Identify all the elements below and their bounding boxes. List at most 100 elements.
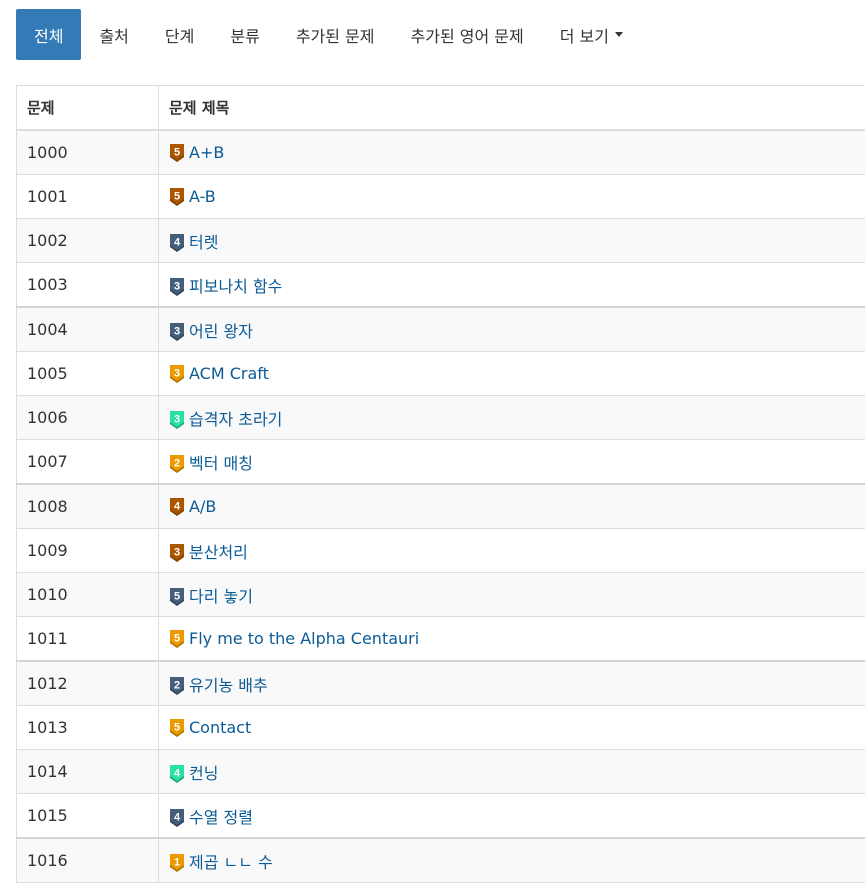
problem-title-link[interactable]: ACM Craft	[189, 364, 269, 383]
tab-more-dropdown[interactable]: 더 보기	[542, 9, 641, 60]
tab-label: 전체	[34, 26, 64, 46]
problem-id: 1006	[16, 395, 159, 440]
tab-3[interactable]: 분류	[212, 9, 277, 60]
svg-text:4: 4	[174, 501, 181, 513]
tier-badge-icon: 2	[169, 454, 185, 473]
column-header-title: 문제 제목	[158, 85, 865, 131]
tier-badge-icon: 3	[169, 543, 185, 562]
svg-text:3: 3	[174, 413, 180, 425]
problem-title-cell: 3 어린 왕자	[158, 306, 865, 352]
problem-title-cell: 5 다리 놓기	[158, 572, 865, 617]
tier-badge-icon: 3	[169, 277, 185, 296]
problem-title-link[interactable]: 습격자 초라기	[189, 410, 282, 429]
problem-id: 1013	[16, 705, 159, 750]
table-row: 1007 2 벡터 매칭	[16, 439, 865, 485]
problem-title-cell: 4 수열 정렬	[158, 793, 865, 839]
svg-text:4: 4	[174, 811, 181, 823]
table-row: 1012 2 유기농 배추	[16, 660, 865, 706]
problem-title-link[interactable]: 피보나치 함수	[189, 277, 282, 296]
svg-text:3: 3	[174, 368, 180, 380]
table-row: 1001 5 A-B	[16, 174, 865, 219]
tab-label: 분류	[230, 26, 260, 46]
svg-text:5: 5	[174, 147, 180, 159]
problem-id: 1003	[16, 262, 159, 308]
problem-title-link[interactable]: 벡터 매칭	[189, 454, 253, 473]
table-row: 1011 5 Fly me to the Alpha Centauri	[16, 616, 865, 662]
problem-title-cell: 4 A/B	[158, 483, 865, 529]
problem-title-link[interactable]: 컨닝	[189, 764, 218, 783]
problem-title-link[interactable]: 어린 왕자	[189, 322, 253, 341]
svg-text:3: 3	[174, 280, 180, 292]
problem-title-cell: 5 Contact	[158, 705, 865, 750]
table-row: 1015 4 수열 정렬	[16, 793, 865, 839]
problem-title-link[interactable]: 수열 정렬	[189, 808, 253, 827]
svg-text:1: 1	[174, 856, 180, 868]
tab-1[interactable]: 출처	[81, 9, 146, 60]
tab-4[interactable]: 추가된 문제	[278, 9, 393, 60]
tier-badge-icon: 5	[169, 630, 185, 648]
tab-0[interactable]: 전체	[16, 9, 82, 60]
table-row: 1010 5 다리 놓기	[16, 572, 865, 617]
tier-badge-icon: 1	[169, 853, 185, 872]
problem-id: 1004	[16, 306, 159, 352]
svg-text:3: 3	[174, 325, 180, 337]
problem-id: 1014	[16, 749, 159, 794]
svg-text:5: 5	[174, 633, 180, 645]
table-row: 1013 5 Contact	[16, 705, 865, 750]
problem-id: 1010	[16, 572, 159, 617]
problem-title-cell: 2 벡터 매칭	[158, 439, 865, 485]
tier-badge-icon: 3	[169, 410, 185, 429]
problem-title-link[interactable]: Contact	[189, 718, 251, 737]
tab-5[interactable]: 추가된 영어 문제	[393, 9, 542, 60]
svg-text:5: 5	[174, 722, 180, 734]
table-row: 1014 4 컨닝	[16, 749, 865, 794]
problem-table: 문제 문제 제목 1000 5 A+B 1001 5 A-B 1002 4 터렛 1003 3 피보나…	[16, 85, 865, 883]
problem-title-link[interactable]: 터렛	[189, 233, 218, 252]
problem-title-cell: 3 ACM Craft	[158, 351, 865, 396]
problem-id: 1008	[16, 483, 159, 529]
tab-label: 추가된 문제	[295, 26, 375, 46]
table-row: 1002 4 터렛	[16, 218, 865, 263]
table-row: 1016 1 제곱 ㄴㄴ 수	[16, 837, 865, 883]
tab-2[interactable]: 단계	[147, 9, 212, 60]
tier-badge-icon: 4	[169, 233, 185, 252]
tier-badge-icon: 5	[169, 587, 185, 606]
problem-id: 1001	[16, 174, 159, 219]
problem-title-cell: 4 컨닝	[158, 749, 865, 794]
svg-text:5: 5	[174, 191, 180, 203]
table-row: 1006 3 습격자 초라기	[16, 395, 865, 440]
caret-down-icon	[614, 32, 623, 37]
problem-title-link[interactable]: 분산처리	[189, 543, 248, 562]
svg-text:3: 3	[174, 546, 180, 558]
problem-id: 1005	[16, 351, 159, 396]
problem-title-link[interactable]: A+B	[189, 143, 224, 162]
tab-label: 출처	[99, 26, 129, 46]
tier-badge-icon: 5	[169, 144, 185, 162]
tab-label: 추가된 영어 문제	[410, 26, 524, 46]
problem-id: 1009	[16, 528, 159, 573]
problem-title-link[interactable]: 유기농 배추	[189, 676, 268, 695]
problem-id: 1016	[16, 837, 159, 883]
problem-title-cell: 2 유기농 배추	[158, 660, 865, 706]
problem-title-link[interactable]: A-B	[189, 187, 216, 206]
svg-text:5: 5	[174, 590, 180, 602]
problem-title-link[interactable]: 다리 놓기	[189, 587, 253, 606]
problem-id: 1007	[16, 439, 159, 485]
problem-title-cell: 3 피보나치 함수	[158, 262, 865, 308]
problem-title-cell: 3 습격자 초라기	[158, 395, 865, 440]
tier-badge-icon: 2	[169, 676, 185, 695]
tier-badge-icon: 4	[169, 498, 185, 516]
table-row: 1000 5 A+B	[16, 129, 865, 175]
table-row: 1009 3 분산처리	[16, 528, 865, 573]
tab-label: 단계	[164, 26, 195, 46]
problem-title-link[interactable]: Fly me to the Alpha Centauri	[189, 629, 419, 648]
svg-text:2: 2	[174, 679, 180, 691]
problem-title-cell: 5 A-B	[158, 174, 865, 219]
problem-title-link[interactable]: 제곱 ㄴㄴ 수	[189, 853, 273, 872]
svg-text:4: 4	[174, 767, 181, 779]
problem-id: 1015	[16, 793, 159, 839]
problem-title-link[interactable]: A/B	[189, 497, 216, 516]
svg-text:2: 2	[174, 457, 180, 469]
tab-label: 더 보기	[559, 26, 609, 46]
problem-id: 1002	[16, 218, 159, 263]
